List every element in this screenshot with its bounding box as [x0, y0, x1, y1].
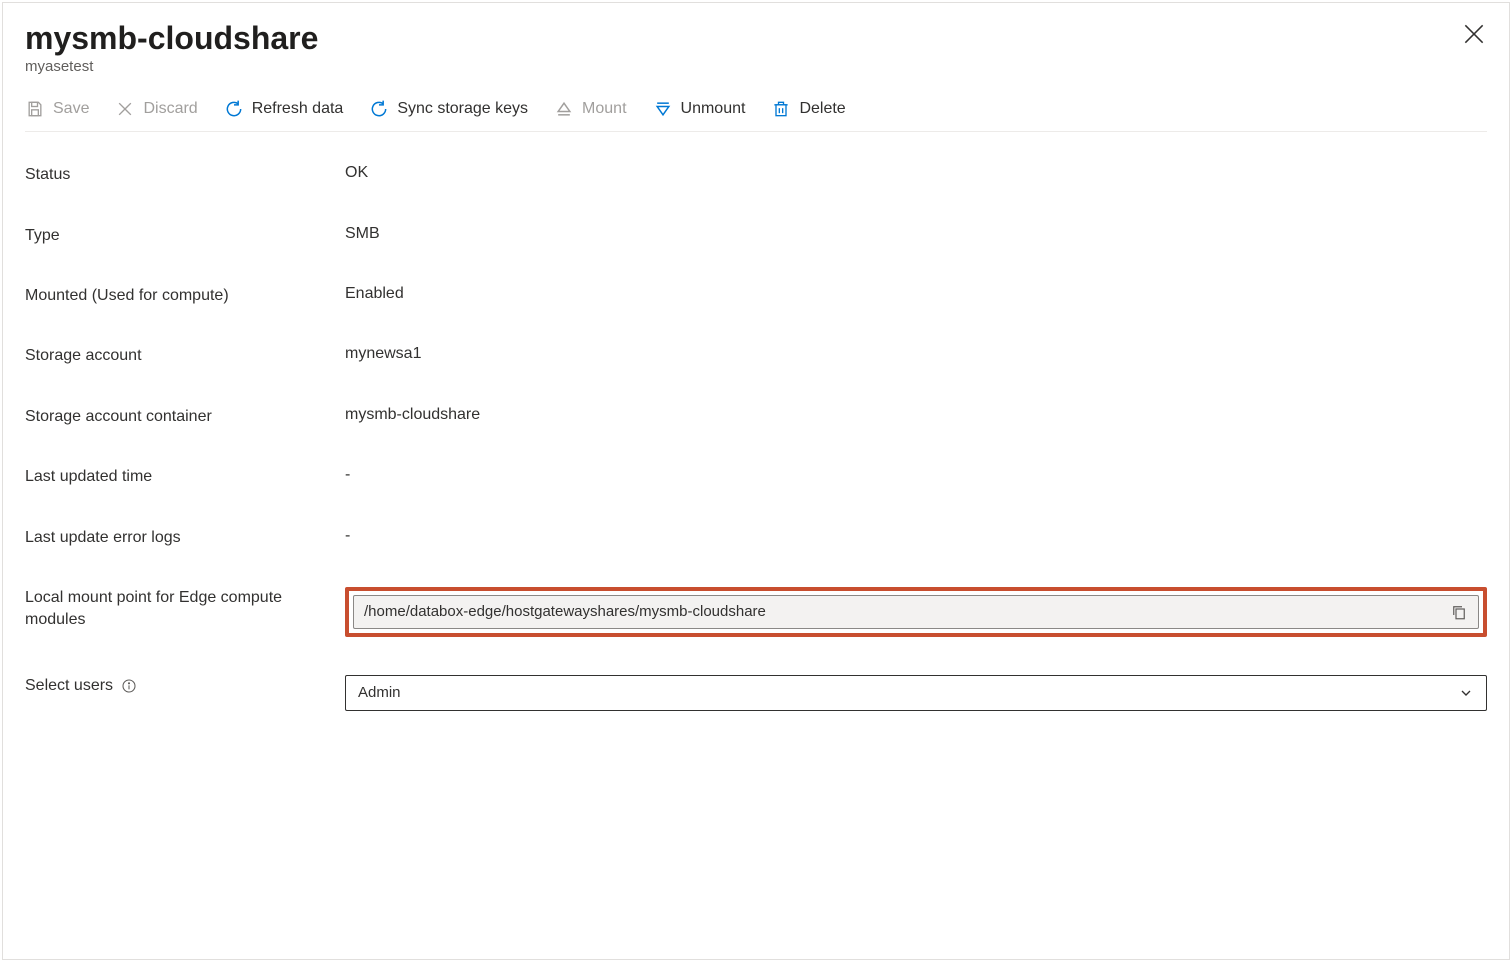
status-row: Status OK [25, 164, 1487, 186]
chevron-down-icon [1458, 685, 1474, 701]
mountpoint-label: Local mount point for Edge compute modul… [25, 587, 345, 632]
panel-header: mysmb-cloudshare myasetest [25, 21, 1487, 75]
type-label: Type [25, 225, 345, 247]
sync-icon [369, 99, 389, 119]
refresh-data-button[interactable]: Refresh data [224, 99, 344, 119]
container-row: Storage account container mysmb-cloudsha… [25, 406, 1487, 428]
mounted-row: Mounted (Used for compute) Enabled [25, 285, 1487, 307]
status-label: Status [25, 164, 345, 186]
container-label: Storage account container [25, 406, 345, 428]
close-icon [1461, 34, 1487, 50]
updated-row: Last updated time - [25, 466, 1487, 488]
sync-label: Sync storage keys [397, 100, 528, 118]
delete-icon [771, 99, 791, 119]
mount-label: Mount [582, 100, 626, 118]
properties-section: Status OK Type SMB Mounted (Used for com… [25, 164, 1487, 711]
mounted-value: Enabled [345, 285, 1487, 303]
sync-keys-button[interactable]: Sync storage keys [369, 99, 528, 119]
save-button: Save [25, 99, 89, 119]
mountpoint-row: Local mount point for Edge compute modul… [25, 587, 1487, 637]
save-icon [25, 99, 45, 119]
delete-button[interactable]: Delete [771, 99, 845, 119]
refresh-icon [224, 99, 244, 119]
mount-icon [554, 99, 574, 119]
info-icon[interactable] [121, 678, 137, 694]
refresh-label: Refresh data [252, 100, 344, 118]
discard-button: Discard [115, 99, 197, 119]
save-label: Save [53, 100, 89, 118]
type-row: Type SMB [25, 225, 1487, 247]
updated-value: - [345, 466, 1487, 484]
mountpoint-highlight: /home/databox-edge/hostgatewayshares/mys… [345, 587, 1487, 637]
storage-account-label: Storage account [25, 345, 345, 367]
select-users-dropdown[interactable]: Admin [345, 675, 1487, 711]
page-title: mysmb-cloudshare [25, 21, 1487, 56]
updated-label: Last updated time [25, 466, 345, 488]
select-users-value: Admin [358, 684, 1458, 701]
unmount-icon [653, 99, 673, 119]
page-subtitle: myasetest [25, 58, 1487, 75]
select-users-label-text: Select users [25, 675, 113, 697]
delete-label: Delete [799, 100, 845, 118]
mountpoint-field: /home/databox-edge/hostgatewayshares/mys… [353, 595, 1479, 629]
errorlogs-row: Last update error logs - [25, 527, 1487, 549]
status-value: OK [345, 164, 1487, 182]
share-detail-panel: mysmb-cloudshare myasetest Save Discard … [2, 2, 1510, 960]
mount-button: Mount [554, 99, 626, 119]
mounted-label: Mounted (Used for compute) [25, 285, 345, 307]
mountpoint-value: /home/databox-edge/hostgatewayshares/mys… [364, 603, 1450, 620]
select-users-row: Select users Admin [25, 675, 1487, 711]
command-bar: Save Discard Refresh data Sync storage k… [25, 99, 1487, 132]
storage-account-row: Storage account mynewsa1 [25, 345, 1487, 367]
type-value: SMB [345, 225, 1487, 243]
unmount-button[interactable]: Unmount [653, 99, 746, 119]
storage-account-value: mynewsa1 [345, 345, 1487, 363]
copy-button[interactable] [1450, 603, 1468, 621]
unmount-label: Unmount [681, 100, 746, 118]
discard-icon [115, 99, 135, 119]
copy-icon [1450, 608, 1468, 625]
discard-label: Discard [143, 100, 197, 118]
errorlogs-label: Last update error logs [25, 527, 345, 549]
container-value: mysmb-cloudshare [345, 406, 1487, 424]
close-button[interactable] [1461, 21, 1487, 47]
errorlogs-value: - [345, 527, 1487, 545]
select-users-label: Select users [25, 675, 345, 697]
